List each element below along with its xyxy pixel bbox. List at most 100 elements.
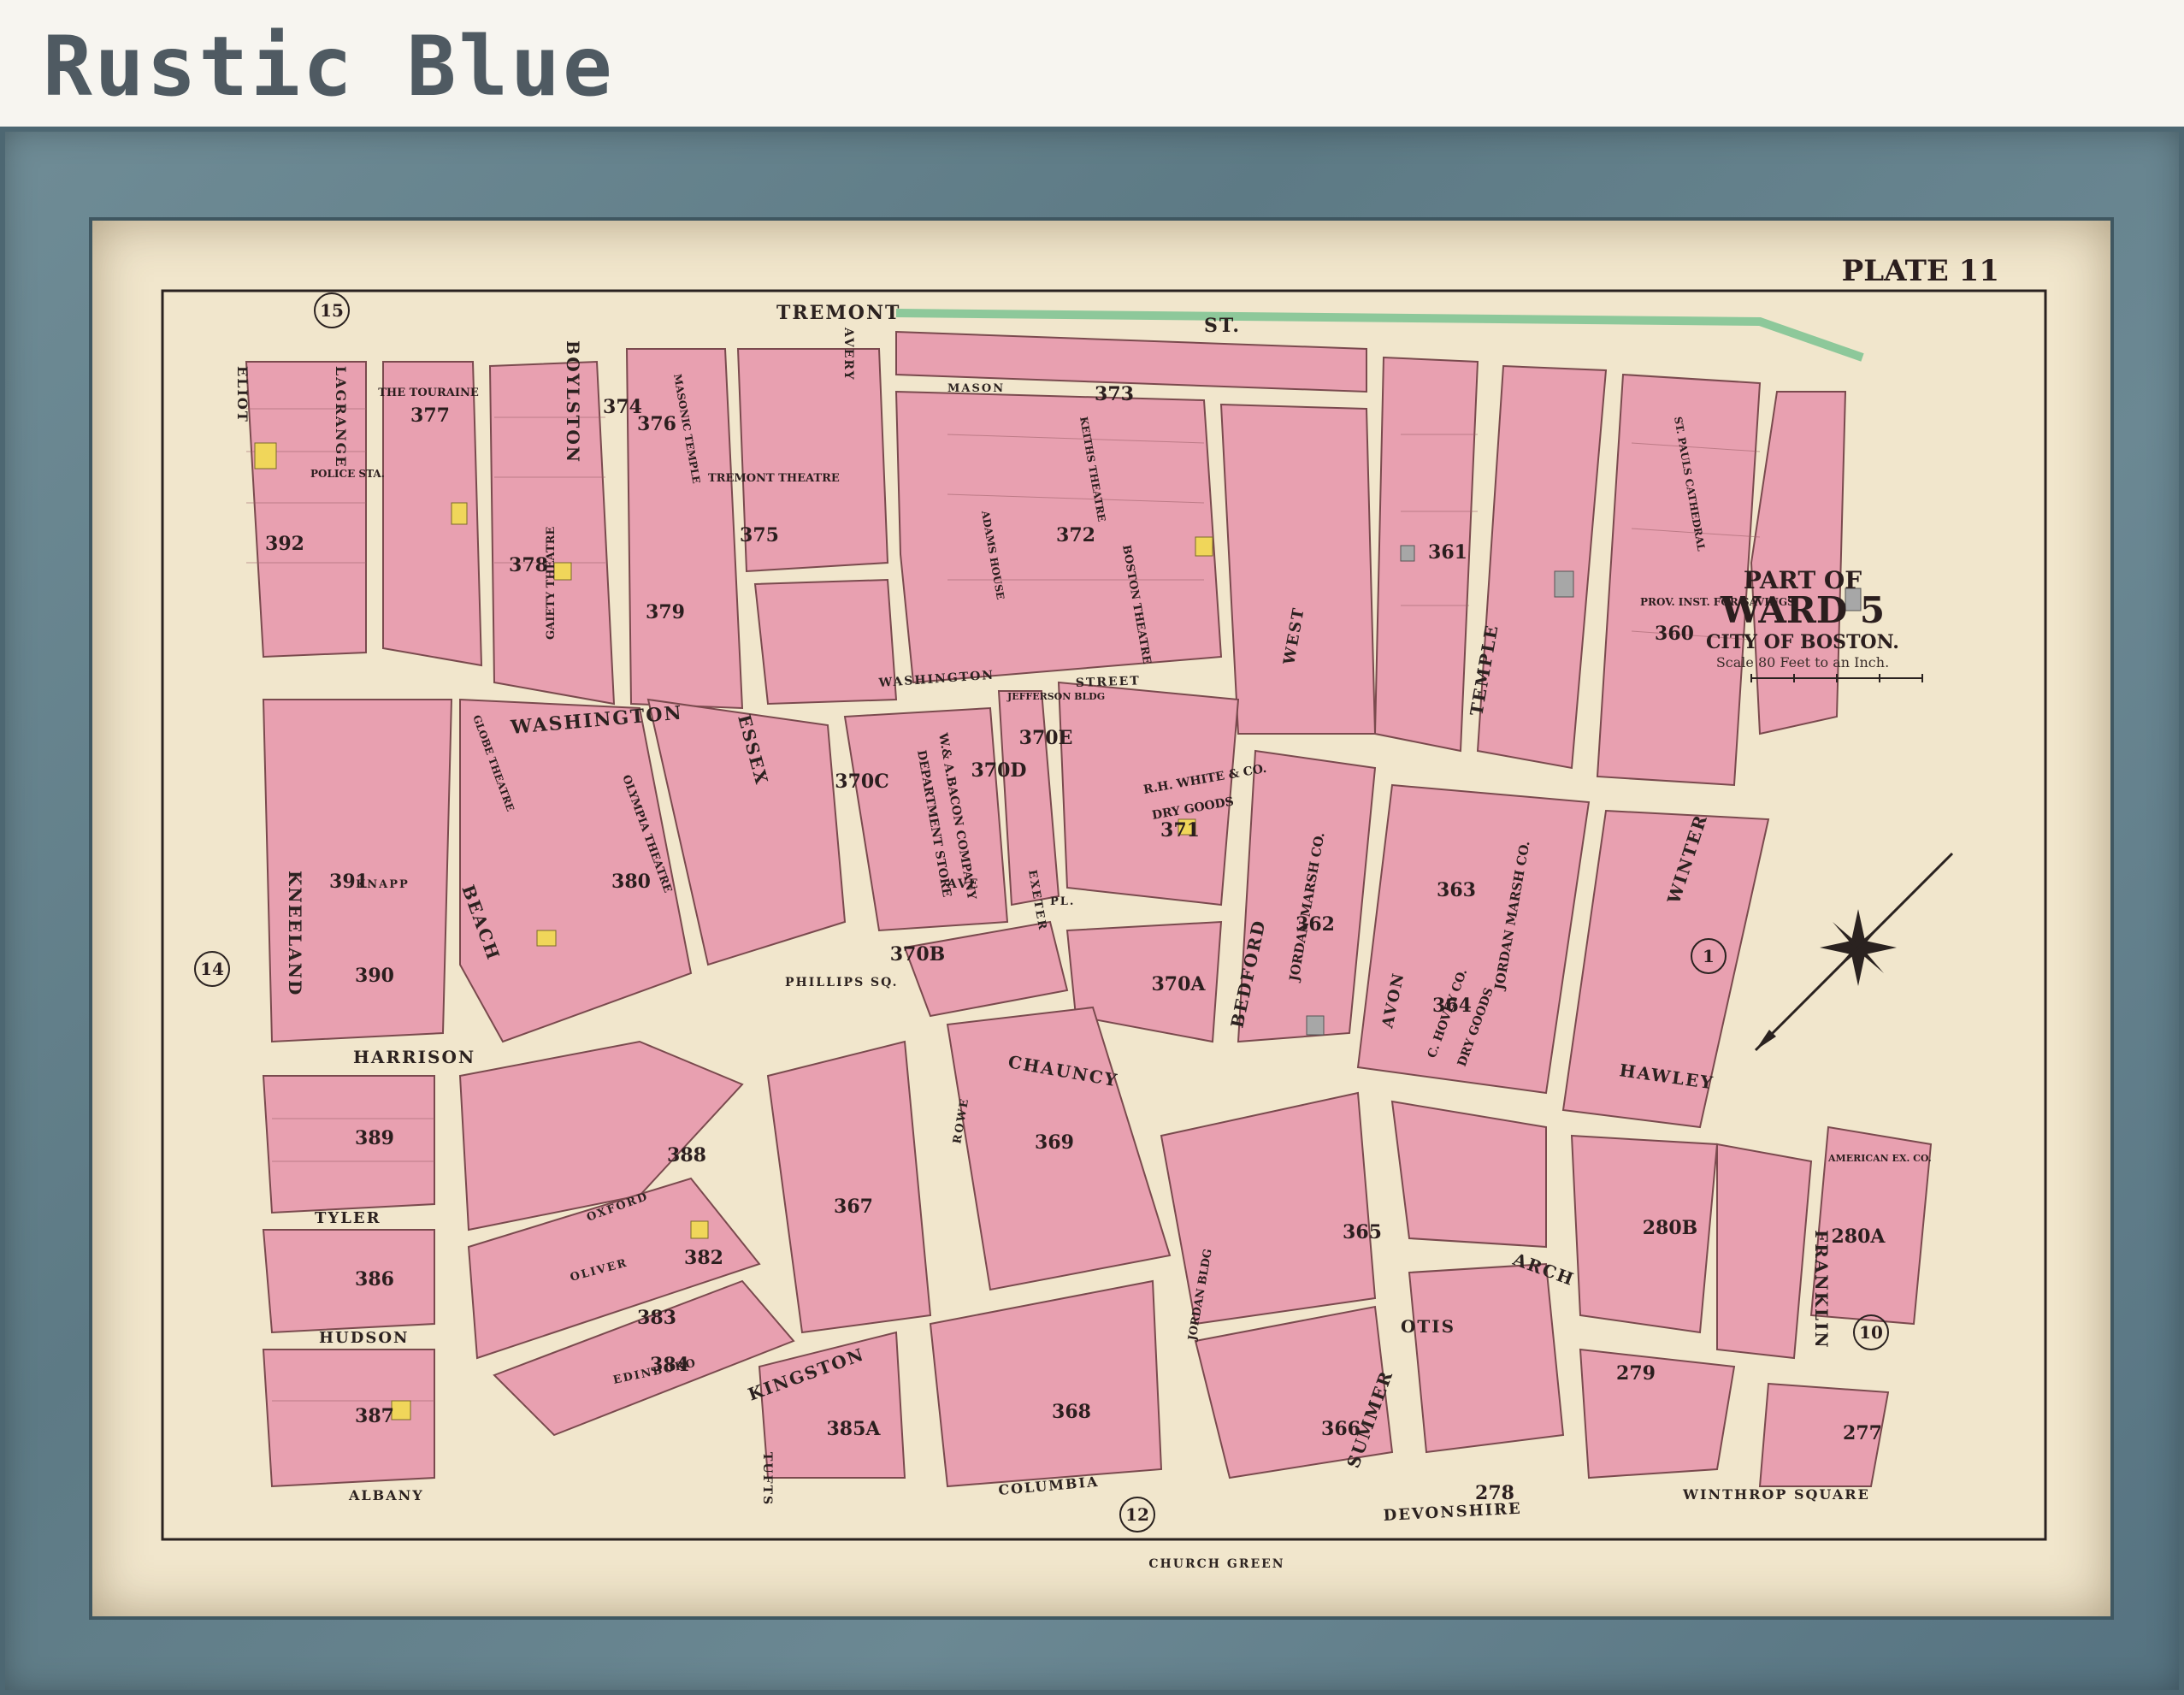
street-albany: ALBANY [348,1487,424,1503]
city-blocks [245,330,1933,1488]
lot-number: 375 [740,524,779,546]
street-lagrange: LAGRANGE [333,366,349,469]
block [1716,1143,1813,1360]
lot-number: 387 [355,1405,394,1427]
church-green: CHURCH GREEN [1148,1557,1284,1571]
lot-number: 379 [646,601,685,623]
lot-number: 369 [1035,1131,1074,1154]
svg-text:1: 1 [1703,946,1715,966]
lot-number: 380 [611,871,651,893]
bldg-prov: PROV. INST. FOR SAVINGS [1640,596,1795,608]
bldg-jefferson: JEFFERSON BLDG [1006,691,1105,702]
lot-number: 370E [1019,727,1073,749]
lot-number: 392 [265,533,304,555]
lot-number: 363 [1437,879,1476,901]
lot-number: 378 [509,554,548,576]
lot-number: 388 [667,1144,706,1166]
lot-number: 365 [1343,1221,1382,1243]
lot-number: 367 [834,1196,873,1218]
lot-number: 377 [410,405,450,427]
header-bar: Rustic Blue [0,0,2184,127]
lot-number: 370B [890,943,946,966]
block [1750,391,1847,735]
svg-text:15: 15 [320,300,344,321]
lot-number: 385A [827,1418,882,1440]
lot-number: 373 [1095,383,1134,405]
street-kneeland: KNEELAND [285,871,305,996]
lot-number: 384 [650,1354,689,1376]
lot-number: 386 [355,1268,394,1290]
title-city: CITY OF BOSTON. [1706,631,1899,653]
lot-number: 368 [1052,1401,1091,1423]
street-hudson: HUDSON [319,1329,409,1347]
lot-number: 280A [1832,1225,1886,1248]
street-tufts: TUFTS [760,1452,774,1506]
block [843,706,1009,932]
block [929,1279,1163,1488]
block [753,578,898,706]
bldg-american: AMERICAN EX. CO. [1827,1153,1932,1164]
lot-number: 383 [637,1307,676,1329]
bldg-touraine: THE TOURAINE [378,387,479,399]
block [1579,1348,1736,1479]
lot-number: 372 [1056,524,1095,546]
lot-number: 361 [1428,541,1467,564]
lot-number: 366 [1321,1418,1361,1440]
block [1408,1262,1565,1454]
lot-number: 364 [1432,995,1472,1017]
street-label-street: STREET [1076,674,1141,690]
block [1476,364,1608,770]
bldg-tremont-theatre: TREMONT THEATRE [708,472,840,485]
frame-style-title: Rustic Blue [43,19,615,115]
street-tremont: TREMONT [776,302,900,324]
bldg-gaiety: GAIETY THEATRE [545,527,558,640]
lot-number: 279 [1616,1362,1656,1385]
block [262,1229,435,1334]
street-franklin: FRANKLIN [1811,1230,1832,1350]
street-tremont-st: ST. [1204,315,1241,337]
lot-number: 362 [1296,913,1335,936]
street-harrison: HARRISON [353,1047,475,1067]
lot-number: 360 [1655,623,1694,645]
svg-text:12: 12 [1125,1504,1149,1525]
ward-marker: 15 [314,292,350,328]
lot-number: 277 [1843,1422,1882,1444]
phillips-sq: PHILLIPS SQ. [785,976,899,989]
title-scale: Scale 80 Feet to an Inch. [1716,654,1889,670]
lot-number: 391 [329,871,369,893]
block [766,1040,932,1334]
lot-number: 389 [355,1127,394,1149]
lot-number: 278 [1475,1482,1514,1504]
compass-rose-icon [1754,852,1954,1052]
lot-number: 370C [835,771,888,793]
block [1160,1091,1377,1326]
lot-number: 370A [1152,973,1207,995]
atlas-map: PLATE 11 PART OF WARD 5 CITY OF BOSTON. … [161,254,2047,1571]
lot-number: 376 [637,413,676,435]
block [262,1075,435,1214]
street-mason: MASON [947,382,1005,395]
lot-number: 374 [603,396,642,418]
street-tyler: TYLER [315,1209,381,1227]
plate-label: PLATE 11 [1842,254,1999,288]
lot-number: 390 [355,965,394,987]
street-pl: PL. [1050,895,1075,908]
street-avery: AVERY [841,327,855,381]
block [1219,403,1377,735]
block [1390,1100,1547,1249]
lot-number: 280B [1643,1217,1698,1239]
winthrop-square: WINTHROP SQUARE [1682,1486,1870,1503]
street-washington-upper: WASHINGTON [877,669,995,691]
lot-number: 382 [684,1247,723,1269]
block [903,920,1069,1018]
svg-text:14: 14 [200,959,224,979]
street-eliot: ELIOT [234,366,251,423]
lot-number: 370D [971,759,1026,782]
bldg-police: POLICE STA. [310,468,385,480]
svg-text:10: 10 [1859,1322,1883,1343]
ward-marker: 12 [1119,1497,1155,1533]
lot-number: 371 [1160,819,1200,842]
ward-marker: 14 [194,951,230,987]
street-boylston: BOYLSTON [563,340,583,464]
street-otis: OTIS [1401,1316,1455,1337]
